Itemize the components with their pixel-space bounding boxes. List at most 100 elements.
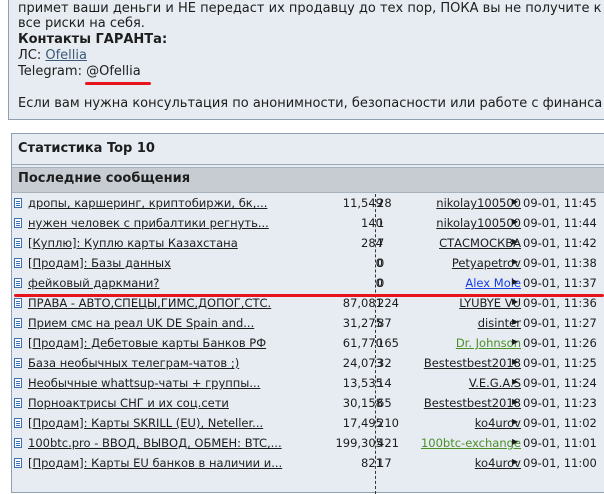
post-replies: 210 (377, 416, 399, 430)
document-icon (14, 318, 22, 328)
post-replies: 421 (377, 436, 399, 450)
post-time: 09-01, 11:36 (523, 296, 597, 310)
post-title-link[interactable]: Необычные whattsup-чаты + группы... (28, 376, 260, 390)
go-to-last-post-arrow-icon[interactable]: ▶ (512, 277, 518, 286)
go-to-last-post-arrow-icon[interactable]: ▶ (512, 257, 518, 266)
post-title-link[interactable]: [Продам]: Карты EU банков в наличии и... (28, 456, 282, 470)
document-icon (14, 238, 22, 248)
post-title-link[interactable]: База необычных телеграм-чатов ;) (28, 356, 239, 370)
post-row: дропы, каршеринг, криптобиржи, бк,... 11,… (12, 194, 604, 214)
red-underline-telegram (85, 82, 151, 85)
document-icon (14, 278, 22, 288)
post-author-link[interactable]: nikolay100500 (436, 216, 521, 230)
post-time: 09-01, 11:37 (523, 276, 597, 290)
post-title-link[interactable]: [Продам]: Базы данных (28, 256, 171, 270)
post-title-link[interactable]: фейковый даркмани? (28, 276, 159, 290)
post-time: 09-01, 11:26 (523, 336, 597, 350)
go-to-last-post-arrow-icon[interactable]: ▶ (512, 417, 518, 426)
post-author-link[interactable]: Bestestbest2018 (424, 396, 521, 410)
document-icon (14, 378, 22, 388)
post-title-link[interactable]: Порноактрисы СНГ и их соц.сети (28, 396, 229, 410)
post-row: [Продам]: Карты SKRILL (EU), Neteller...… (12, 414, 604, 434)
post-row: Необычные whattsup-чаты + группы... 13,53… (12, 374, 604, 394)
document-icon (14, 458, 22, 468)
document-icon (14, 338, 22, 348)
go-to-last-post-arrow-icon[interactable]: ▶ (512, 457, 518, 466)
post-row: [Куплю]: Куплю карты Казахстана 284 7 СТАСМ… (12, 234, 604, 254)
document-icon (14, 218, 22, 228)
go-to-last-post-arrow-icon[interactable]: ▶ (512, 297, 518, 306)
post-replies: 1 (377, 216, 385, 230)
post-row: фейковый даркмани? 0 0 Alex Mole ▶ 09-01, 11:… (12, 274, 604, 294)
post-row: [Продам]: Карты EU банков в наличии и...… (12, 454, 604, 474)
post-title-link[interactable]: нужен человек с прибалтики регнуть... (28, 216, 269, 230)
go-to-last-post-arrow-icon[interactable]: ▶ (512, 217, 518, 226)
post-time: 09-01, 11:25 (523, 356, 597, 370)
post-replies: 87 (377, 316, 392, 330)
go-to-last-post-arrow-icon[interactable]: ▶ (512, 317, 518, 326)
post-time: 09-01, 11:00 (523, 456, 597, 470)
post-replies: 17 (377, 456, 392, 470)
post-replies: 65 (377, 396, 392, 410)
post-title-link[interactable]: ПРАВА - АВТО,СПЕЦЫ,ГИМС,ДОПОГ,СТС. (28, 296, 271, 310)
post-author-link[interactable]: Bestestbest2018 (424, 356, 521, 370)
post-row: Порноактрисы СНГ и их соц.сети 30,158 65 Be… (12, 394, 604, 414)
pm-user-link[interactable]: Ofellia (45, 48, 87, 63)
stats-title-bar: Статистика Top 10 (12, 134, 604, 165)
pm-contact-line: ЛС: Ofellia (18, 48, 87, 63)
go-to-last-post-arrow-icon[interactable]: ▶ (512, 197, 518, 206)
go-to-last-post-arrow-icon[interactable]: ▶ (512, 237, 518, 246)
stats-title: Статистика Top 10 (18, 141, 155, 156)
post-author-link[interactable]: nikolay100500 (436, 196, 521, 210)
post-time: 09-01, 11:27 (523, 316, 597, 330)
post-author-link[interactable]: 100btc-exchange (421, 436, 521, 450)
document-icon (14, 298, 22, 308)
guarantor-info-panel: примет ваши деньги и НЕ передаст их прод… (8, 0, 604, 120)
post-views: 199,305 (335, 436, 383, 450)
post-row: [Продам]: Дебетовые карты Банков РФ 61,77… (12, 334, 604, 354)
contacts-heading: Контакты ГАРАНТа: (18, 32, 168, 47)
partial-text-line: примет ваши деньги и НЕ передаст их прод… (18, 1, 602, 16)
post-row: ПРАВА - АВТО,СПЕЦЫ,ГИМС,ДОПОГ,СТС. 87,081… (12, 294, 604, 314)
document-icon (14, 358, 22, 368)
go-to-last-post-arrow-icon[interactable]: ▶ (512, 337, 518, 346)
post-replies: 0 (377, 276, 385, 290)
telegram-contact-line: Telegram: @Ofellia (18, 64, 141, 79)
post-author-link[interactable]: СТАСМОСКВА (439, 236, 521, 250)
post-title-link[interactable]: [Продам]: Дебетовые карты Банков РФ (28, 336, 266, 350)
post-replies: 224 (377, 296, 399, 310)
latest-posts-title: Последние сообщения (18, 171, 191, 186)
post-author-link[interactable]: Petyapetrov (452, 256, 521, 270)
post-replies: 165 (377, 336, 399, 350)
post-time: 09-01, 11:23 (523, 396, 597, 410)
document-icon (14, 198, 22, 208)
post-row: [Продам]: Базы данных 0 0 Petyapetrov ▶ 09-01… (12, 254, 604, 274)
post-row: нужен человек с прибалтики регнуть... 140… (12, 214, 604, 234)
go-to-last-post-arrow-icon[interactable]: ▶ (512, 397, 518, 406)
post-time: 09-01, 11:44 (523, 216, 597, 230)
post-time: 09-01, 11:24 (523, 376, 597, 390)
go-to-last-post-arrow-icon[interactable]: ▶ (512, 357, 518, 366)
post-title-link[interactable]: [Продам]: Карты SKRILL (EU), Neteller... (28, 416, 263, 430)
post-time: 09-01, 11:42 (523, 236, 597, 250)
risk-text-line: все риски на себя. (18, 16, 145, 31)
document-icon (14, 438, 22, 448)
post-title-link[interactable]: [Куплю]: Куплю карты Казахстана (28, 236, 238, 250)
stats-panel: Статистика Top 10 Последние сообщения др… (11, 133, 604, 494)
consultation-text-line: Если вам нужна консультация по анонимнос… (18, 96, 603, 111)
post-replies: 14 (377, 376, 392, 390)
post-time: 09-01, 11:01 (523, 436, 597, 450)
latest-posts-header: Последние сообщения (12, 167, 604, 193)
go-to-last-post-arrow-icon[interactable]: ▶ (512, 377, 518, 386)
document-icon (14, 418, 22, 428)
go-to-last-post-arrow-icon[interactable]: ▶ (512, 437, 518, 446)
post-title-link[interactable]: дропы, каршеринг, криптобиржи, бк,... (28, 196, 267, 210)
post-time: 09-01, 11:45 (523, 196, 597, 210)
post-title-link[interactable]: 100btc.pro - ВВОД, ВЫВОД, ОБМЕН: BTC,... (28, 436, 282, 450)
document-icon (14, 258, 22, 268)
post-replies: 32 (377, 356, 392, 370)
post-replies: 0 (377, 256, 385, 270)
post-row: 100btc.pro - ВВОД, ВЫВОД, ОБМЕН: BTC,...… (12, 434, 604, 454)
post-title-link[interactable]: Прием смс на реал UK DE Spain and... (28, 316, 254, 330)
red-underline-row (14, 294, 604, 297)
